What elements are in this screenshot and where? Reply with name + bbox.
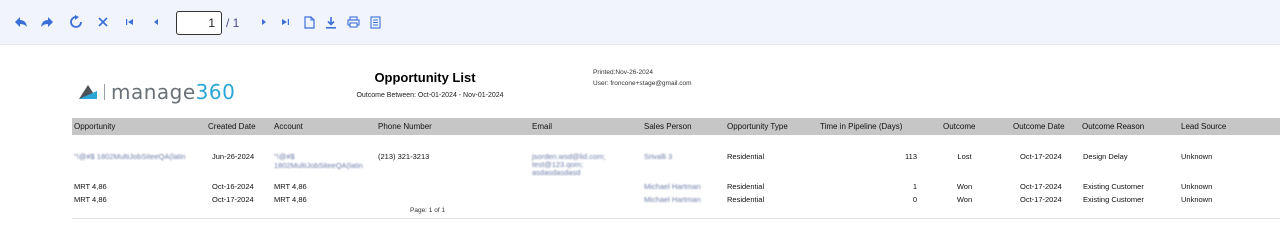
- phone-cell: (213) 321-3213: [378, 152, 430, 161]
- opportunity-type-cell: Residential: [727, 152, 765, 161]
- account-cell: MRT 4,86: [274, 195, 307, 204]
- footer-divider: [72, 218, 1280, 219]
- column-header: Phone Number: [378, 122, 432, 131]
- forward-icon[interactable]: [38, 13, 56, 31]
- first-page-icon[interactable]: [121, 13, 139, 31]
- opportunity-type-cell: Residential: [727, 195, 765, 204]
- outcome-cell: Lost: [957, 152, 972, 161]
- account-cell-line2: 1802MultiJobSiteeQA(latin: [274, 161, 363, 170]
- opportunity-cell: MRT 4,86: [74, 182, 107, 191]
- account-cell: "!@#$: [274, 152, 295, 161]
- column-header: Time in Pipeline (Days): [820, 122, 903, 131]
- page-footer: Page: 1 of 1: [410, 207, 446, 214]
- column-header: Email: [532, 122, 553, 131]
- column-header: Outcome Reason: [1082, 122, 1145, 131]
- stop-icon[interactable]: [94, 13, 112, 31]
- column-header: Created Date: [208, 122, 256, 131]
- report-toolbar: 1 / 1: [0, 0, 1280, 44]
- column-header: Lead Source: [1181, 122, 1227, 131]
- account-cell: MRT 4,86: [274, 182, 307, 191]
- printed-date: Printed:Nov-26-2024: [593, 69, 653, 76]
- sales-person-cell: Michael Hartman: [644, 195, 701, 204]
- outcome-reason-cell: Existing Customer: [1083, 195, 1144, 204]
- lead-source-cell: Unknown: [1181, 195, 1213, 204]
- print-icon[interactable]: [344, 13, 362, 31]
- page-number-input[interactable]: 1: [176, 11, 222, 35]
- logo-mark-icon: [79, 85, 97, 99]
- report-date-range: Outcome Between: Oct-01-2024 - Nov-01-20…: [356, 92, 504, 99]
- opportunity-type-cell: Residential: [727, 182, 765, 191]
- column-header: Outcome Date: [1013, 122, 1065, 131]
- outcome-reason-cell: Existing Customer: [1083, 182, 1144, 191]
- outcome-reason-cell: Design Delay: [1083, 152, 1128, 161]
- pipeline-days-cell: 113: [905, 152, 917, 161]
- lead-source-cell: Unknown: [1181, 152, 1213, 161]
- download-icon[interactable]: [322, 13, 340, 31]
- report-print-info: Printed:Nov-26-2024 User: froncone+stage…: [593, 67, 692, 89]
- page-total-label: / 1: [226, 16, 240, 30]
- email-cell-line3: asdasdasdasd: [532, 168, 581, 177]
- table-header: Opportunity Created Date Account Phone N…: [72, 118, 1280, 135]
- sales-person-cell: Michael Hartman: [644, 182, 701, 191]
- outcome-date-cell: Oct-17-2024: [1020, 182, 1062, 191]
- outcome-cell: Won: [956, 182, 973, 191]
- outcome-date-cell: Oct-17-2024: [1020, 195, 1062, 204]
- page-setup-icon[interactable]: [366, 13, 384, 31]
- opportunity-cell: "!@#$ 1802MultiJobSiteeQA(latin: [74, 152, 186, 161]
- column-header: Sales Person: [644, 122, 692, 131]
- opportunity-cell: MRT 4,86: [74, 195, 107, 204]
- column-header: Opportunity: [74, 122, 116, 131]
- report-title: Opportunity List: [374, 70, 476, 85]
- created-date-cell: Oct-17-2024: [212, 195, 254, 204]
- column-header: Opportunity Type: [727, 122, 788, 131]
- created-date-cell: Oct-16-2024: [212, 182, 254, 191]
- printed-user: User: froncone+stage@gmail.com: [593, 80, 692, 87]
- refresh-icon[interactable]: [67, 13, 85, 31]
- opportunity-table: Opportunity Created Date Account Phone N…: [72, 118, 1280, 204]
- outcome-date-cell: Oct-17-2024: [1020, 152, 1062, 161]
- pipeline-days-cell: 0: [912, 195, 917, 204]
- previous-page-icon[interactable]: [147, 13, 165, 31]
- column-header: Outcome: [943, 122, 976, 131]
- sales-person-cell: Srivalli 3: [644, 152, 673, 161]
- column-header: Account: [274, 122, 303, 131]
- last-page-icon[interactable]: [276, 13, 294, 31]
- manage360-logo: manage360: [78, 80, 235, 104]
- document-icon[interactable]: [300, 13, 318, 31]
- created-date-cell: Jun-26-2024: [212, 152, 255, 161]
- pipeline-days-cell: 1: [912, 182, 917, 191]
- outcome-cell: Won: [956, 195, 973, 204]
- lead-source-cell: Unknown: [1181, 182, 1213, 191]
- back-icon[interactable]: [12, 13, 30, 31]
- next-page-icon[interactable]: [255, 13, 273, 31]
